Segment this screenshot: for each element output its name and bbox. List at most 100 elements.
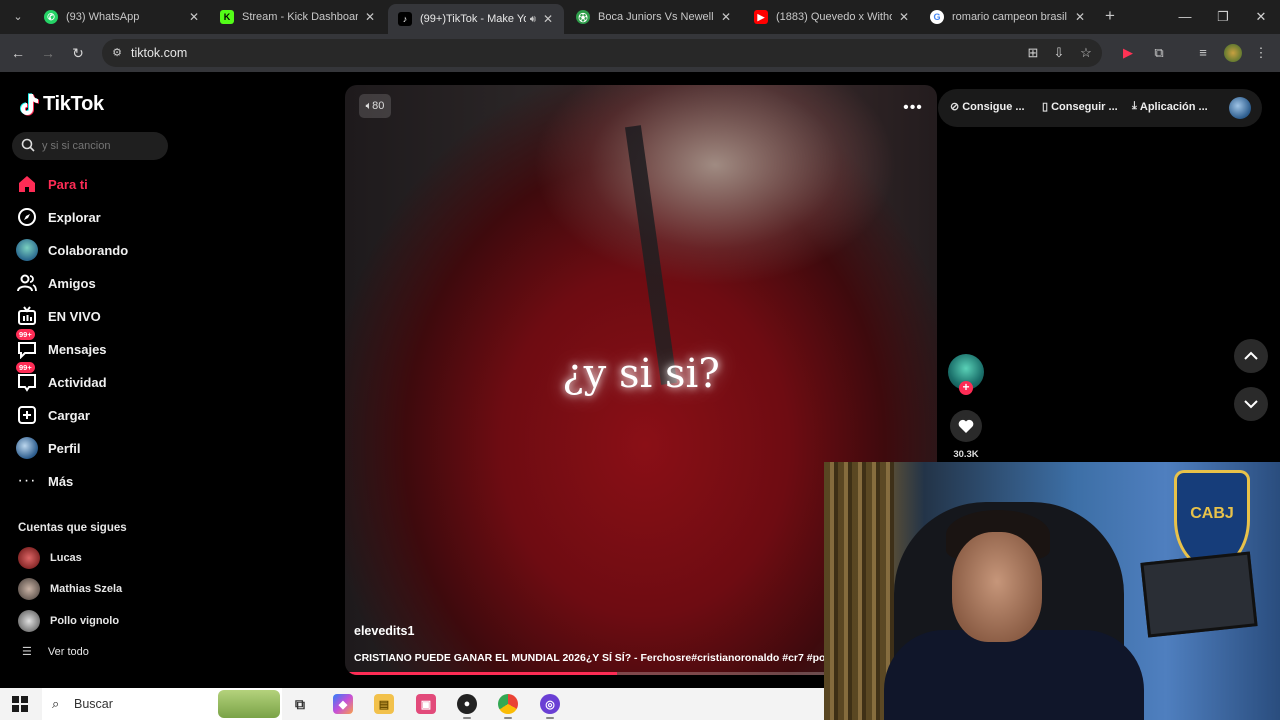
tab-youtube[interactable]: ▶ (1883) Quevedo x Without ✕ [744,4,920,30]
site-info-icon[interactable]: ⚙ [110,46,124,60]
search-box[interactable] [12,132,168,160]
bookmark-star-icon[interactable]: ☆ [1077,44,1095,62]
tab-boca[interactable]: ⚽︎ Boca Juniors Vs Newell's O ✕ [566,4,742,30]
chevron-up-icon [1244,351,1258,360]
nav-perfil[interactable]: Perfil [16,433,81,463]
tab-title: (99+)TikTok - Make Yo [420,13,526,25]
get-app-button[interactable]: ▯ Conseguir ... [1042,100,1118,114]
nav-label: Explorar [48,209,101,225]
video-username[interactable]: elevedits1 [354,624,414,638]
new-tab-button[interactable]: + [1100,7,1120,27]
avatar [18,610,40,632]
minimize-button[interactable]: — [1170,6,1200,28]
speaker-icon[interactable]: 🔊︎ [530,14,536,25]
nav-actividad[interactable]: 99+ Actividad [16,362,107,397]
webcam-overlay: CABJ [824,462,1280,720]
close-icon[interactable]: ✕ [1072,10,1088,24]
search-icon [21,138,35,152]
obs-icon[interactable]: ● [457,694,477,719]
whatsapp-icon: ✆ [44,10,58,24]
video-frame-detail [624,125,678,385]
address-bar[interactable]: ⚙ tiktok.com [102,39,1102,67]
video-overlay-text: ¿y si si? [562,351,720,397]
reload-button[interactable]: ↻ [68,43,88,63]
chevron-down-icon [1244,400,1258,409]
tab-tiktok[interactable]: ♪ (99+)TikTok - Make Yo 🔊︎ ✕ [388,4,564,34]
task-view-icon[interactable]: ⧉ [290,694,310,714]
next-video-button[interactable] [1234,387,1268,421]
nav-label: Amigos [48,275,96,291]
user-avatar[interactable] [1229,97,1251,119]
profile-icon [16,437,38,459]
nav-label: Colaborando [48,242,129,258]
following-name: Pollo vignolo [50,615,120,627]
close-icon[interactable]: ✕ [540,12,556,26]
file-explorer-icon[interactable]: ▤ [374,694,394,714]
tiktok-logo[interactable]: TikTok [17,92,104,116]
search-icon: ⌕ [52,696,60,711]
desktop-app-button[interactable]: ⤓ Aplicación ... [1132,100,1208,113]
close-icon[interactable]: ✕ [896,10,912,24]
search-highlight-illustration [218,690,280,718]
windows-start-icon[interactable] [12,696,28,712]
search-input[interactable] [42,136,162,156]
video-progress-fill [345,672,618,675]
picture-frames-decoration [1140,551,1258,638]
close-icon[interactable]: ✕ [718,10,734,24]
avatar [18,547,40,569]
nav-en-vivo[interactable]: EN VIVO [16,301,101,331]
window-close-button[interactable]: ✕ [1246,6,1276,28]
nav-mas[interactable]: ··· Más [16,466,74,496]
heart-icon [958,419,974,433]
nav-cargar[interactable]: Cargar [16,400,90,430]
tab-kick[interactable]: K Stream - Kick Dashboard ✕ [210,4,386,30]
taskbar-search[interactable]: ⌕ Buscar [42,688,282,720]
app-pink-icon[interactable]: ▣ [416,694,436,714]
shield-text: CABJ [1190,505,1234,522]
tab-search-chevron-icon[interactable]: ⌄ [8,7,28,27]
tab-strip: ⌄ ✆ (93) WhatsApp ✕ K Stream - Kick Dash… [0,0,1280,34]
nav-amigos[interactable]: Amigos [16,268,96,298]
tab-whatsapp[interactable]: ✆ (93) WhatsApp ✕ [34,4,210,30]
previous-video-button[interactable] [1234,339,1268,373]
tab-title: (93) WhatsApp [66,11,140,23]
media-controls-icon[interactable]: ≡ [1194,44,1212,62]
extensions-puzzle-icon[interactable]: ⧉ [1150,44,1168,62]
get-coins-button[interactable]: ⊘ Consigue ... [950,100,1025,114]
copilot-icon[interactable]: ◆ [333,694,353,714]
follow-plus-icon[interactable]: + [959,381,973,395]
nav-label: Actividad [48,374,107,390]
phone-icon: ▯ [1042,101,1049,113]
more-options-icon[interactable]: ••• [903,100,923,116]
restore-button[interactable]: ❐ [1208,6,1238,28]
chrome-icon[interactable] [498,694,518,719]
extension-red-icon[interactable]: ▶ [1119,44,1137,62]
app-purple-icon[interactable]: ◎ [540,694,560,719]
nav-mensajes[interactable]: 99+ Mensajes [16,329,107,364]
avatar-icon [16,239,38,261]
volume-button[interactable]: 🔈︎80 [359,94,391,118]
nav-colaborando[interactable]: Colaborando [16,235,128,265]
nav-label: Mensajes [48,341,107,357]
profile-avatar-icon[interactable] [1224,44,1242,62]
tab-google[interactable]: G romario campeon brasil - ✕ [920,4,1096,30]
like-button[interactable] [950,410,982,442]
tab-title: romario campeon brasil - [952,11,1068,23]
notification-badge: 99+ [16,329,35,340]
nav-explorar[interactable]: Explorar [16,202,101,232]
nav-para-ti[interactable]: Para ti [16,169,88,199]
back-button[interactable]: ← [8,43,28,63]
nav-label: Perfil [48,440,81,456]
install-app-icon[interactable]: ⇩ [1050,44,1068,62]
see-all-link[interactable]: ☰ Ver todo [22,645,89,659]
chrome-menu-icon[interactable]: ⋮ [1252,44,1270,62]
close-icon[interactable]: ✕ [186,10,202,24]
get-app-label: Conseguir ... [1051,100,1118,113]
following-item[interactable]: Lucas [18,545,82,571]
translate-icon[interactable]: ⊞ [1024,44,1042,62]
forward-button[interactable]: → [38,43,58,63]
close-icon[interactable]: ✕ [362,10,378,24]
following-item[interactable]: Pollo vignolo [18,608,119,634]
browser-toolbar: ← → ↻ ⚙ tiktok.com ⊞ ⇩ ☆ ▶ ⧉ ≡ ⋮ [0,34,1280,72]
following-item[interactable]: Mathias Szela [18,576,122,602]
